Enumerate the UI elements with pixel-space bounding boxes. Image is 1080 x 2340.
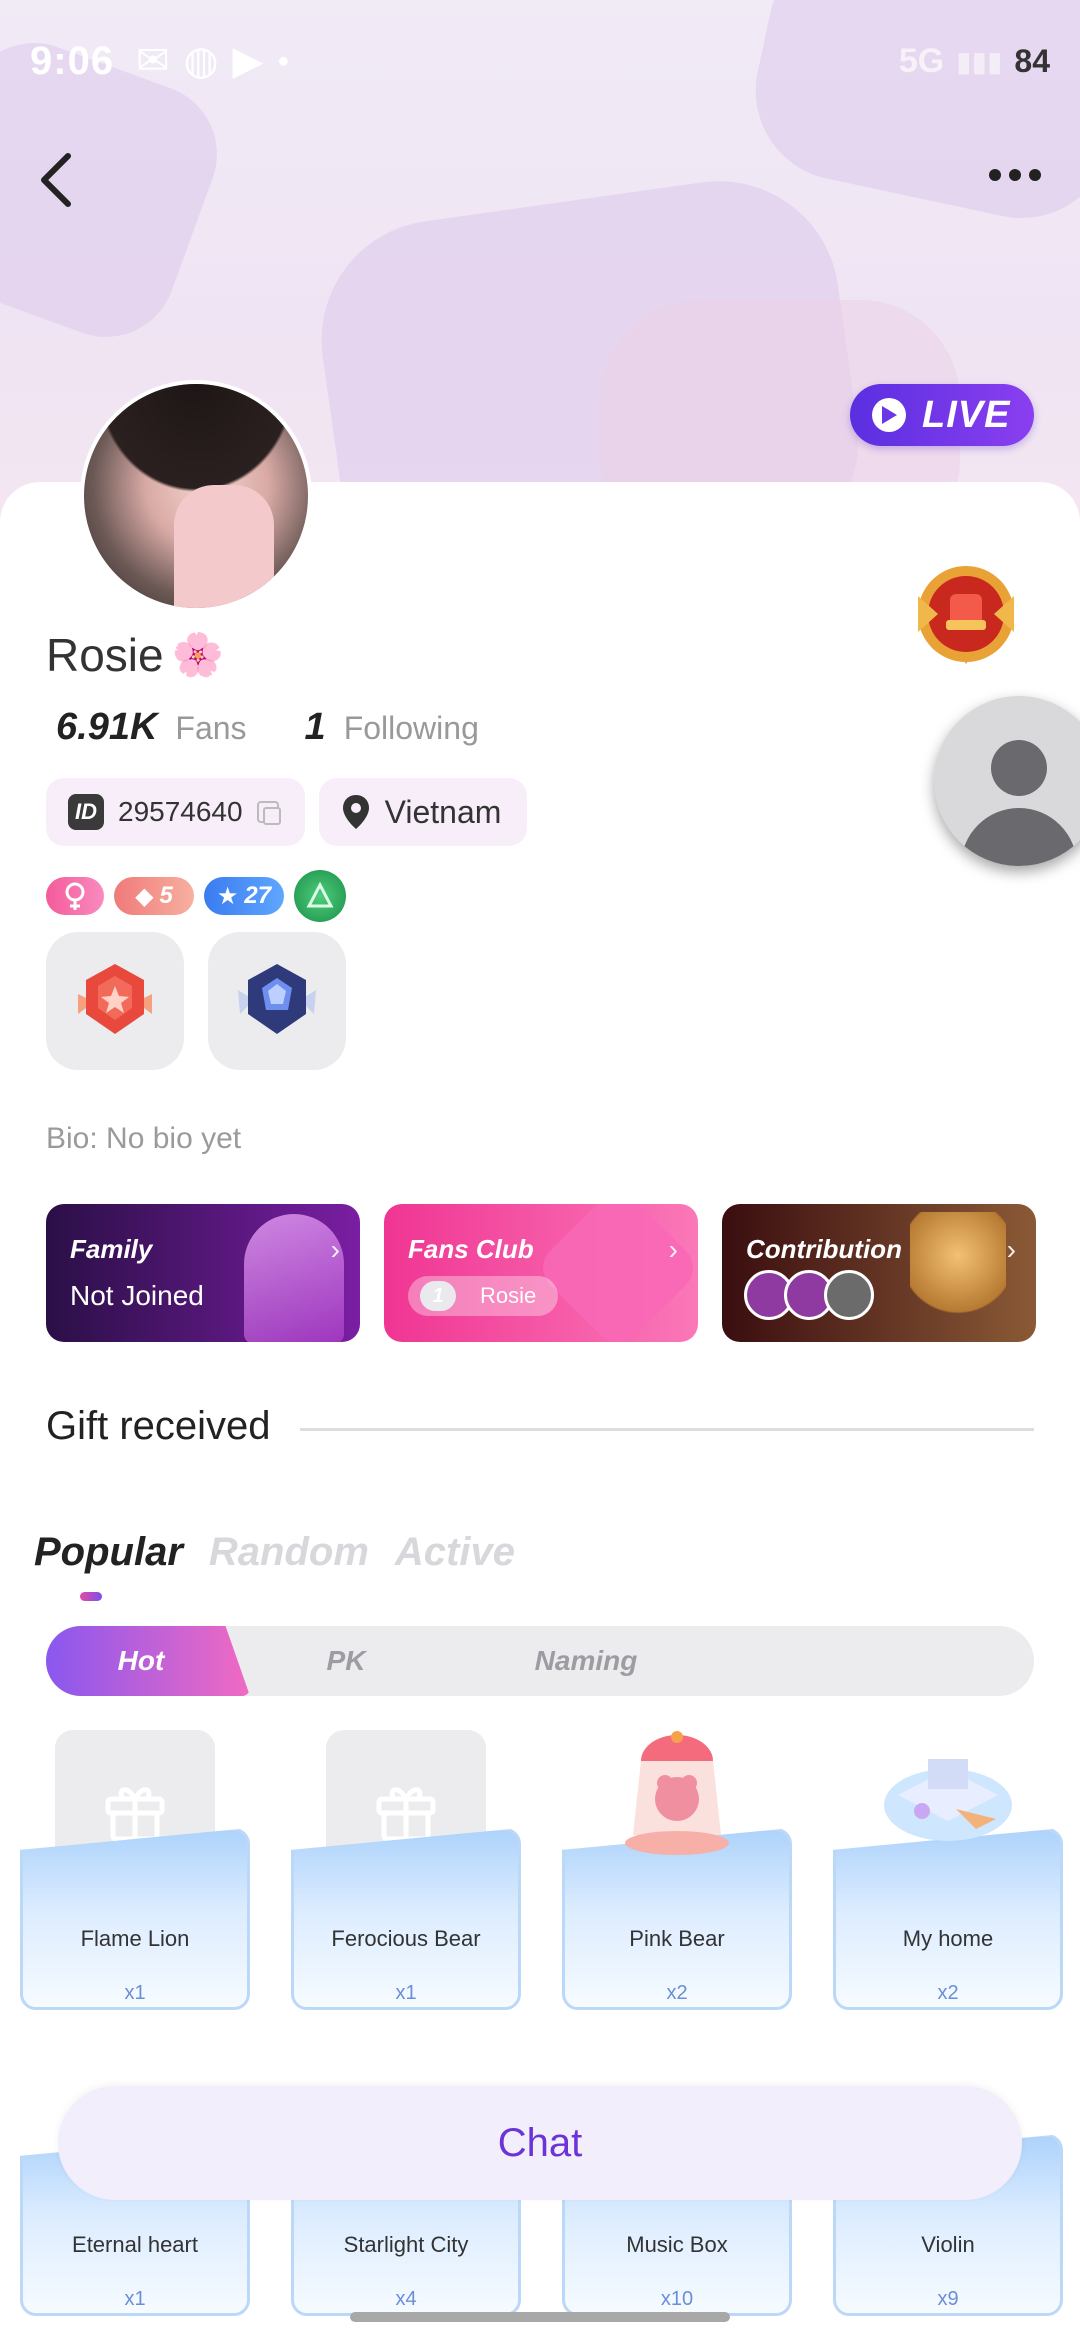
fans-count[interactable]: 6.91K xyxy=(56,706,157,749)
fans-club-title: Fans Club xyxy=(408,1234,534,1264)
red-medal-icon[interactable] xyxy=(46,932,184,1070)
gift-count: x9 xyxy=(937,2288,959,2310)
dot-icon: ● xyxy=(277,49,290,72)
id-icon: ID xyxy=(68,794,104,830)
location-pin-icon xyxy=(342,795,369,829)
status-bar: 9:06 ✉ ◍ ▶ ● 5G ▮▮▮ 84 xyxy=(30,36,1050,86)
tab-active[interactable]: Active xyxy=(395,1530,515,1575)
user-id-chip[interactable]: ID 29574640 xyxy=(46,778,305,846)
chevron-right-icon: › xyxy=(1006,1234,1016,1265)
gift-name: Eternal heart xyxy=(72,2232,198,2257)
gift-count: x4 xyxy=(395,2288,417,2310)
home-indicator[interactable] xyxy=(350,2312,730,2322)
gift-category-tabs: Popular Random Active xyxy=(34,1530,515,1575)
live-button[interactable]: LIVE xyxy=(850,384,1034,446)
play-icon xyxy=(872,398,906,432)
profile-avatar[interactable] xyxy=(80,380,312,612)
throne-badge-icon[interactable] xyxy=(908,556,1024,672)
pink-bear-icon xyxy=(625,1731,729,1855)
copy-icon[interactable] xyxy=(256,801,281,825)
wealth-level-value: 5 xyxy=(159,882,173,909)
gift-count: x1 xyxy=(124,1982,146,2004)
family-status: Not Joined xyxy=(70,1280,204,1311)
back-button[interactable] xyxy=(36,140,96,220)
gift-received-title: Gift received xyxy=(46,1404,271,1448)
gift-name: Ferocious Bear xyxy=(331,1926,481,1951)
network-indicator: 5G xyxy=(898,41,945,80)
dot-icon xyxy=(1009,169,1021,181)
gift-name: Starlight City xyxy=(343,2232,469,2257)
subtab-hot[interactable]: Hot xyxy=(46,1626,236,1696)
star-level-badge: ★ 27 xyxy=(204,877,284,915)
family-card[interactable]: Family Not Joined › xyxy=(46,1204,360,1342)
helmet-icon xyxy=(244,1214,344,1342)
tab-random[interactable]: Random xyxy=(209,1530,369,1575)
more-options-button[interactable] xyxy=(980,155,1050,195)
gift-count: x2 xyxy=(666,1982,688,2004)
family-title: Family xyxy=(70,1234,153,1264)
trophy-icon xyxy=(910,1212,1006,1336)
youtube-icon: ▶ xyxy=(232,39,264,83)
gift-name: My home xyxy=(902,1926,994,1951)
green-gem-icon xyxy=(294,870,346,922)
gift-name: Violin xyxy=(921,2232,975,2257)
contributor-avatars xyxy=(744,1270,874,1320)
fans-club-member-pill: 1 Rosie xyxy=(408,1276,558,1316)
status-time: 9:06 xyxy=(30,38,115,83)
fans-label[interactable]: Fans xyxy=(175,710,246,747)
chat-button[interactable]: Chat xyxy=(58,2086,1022,2200)
home-icon xyxy=(884,1759,1012,1841)
gmail-icon: ✉ xyxy=(136,39,170,83)
location-chip: Vietnam xyxy=(318,778,528,846)
chevron-right-icon: › xyxy=(668,1234,678,1265)
gift-item[interactable]: Pink Bear x2 xyxy=(562,1730,792,2020)
gift-name: Pink Bear xyxy=(629,1926,725,1951)
messenger-icon: ◍ xyxy=(183,39,219,83)
star-icon: ★ xyxy=(216,882,239,910)
subtab-pk[interactable]: PK xyxy=(296,1626,396,1696)
diamond-icon: ◆ xyxy=(135,882,154,910)
gift-subtabs: Hot PK Naming xyxy=(46,1626,1034,1696)
gift-item[interactable]: My home x2 xyxy=(833,1730,1063,2020)
fans-club-card[interactable]: Fans Club 1 Rosie › xyxy=(384,1204,698,1342)
gift-name: Flame Lion xyxy=(80,1926,190,1951)
location-value: Vietnam xyxy=(384,793,502,830)
following-label[interactable]: Following xyxy=(344,710,479,747)
battery-level: 84 xyxy=(1014,42,1050,79)
contribution-card[interactable]: Contribution › xyxy=(722,1204,1036,1342)
female-icon xyxy=(46,877,104,915)
gift-item[interactable]: Ferocious Bear x1 xyxy=(291,1730,521,2020)
blue-medal-icon[interactable] xyxy=(208,932,346,1070)
follow-stats: 6.91K Fans 1 Following xyxy=(56,706,479,749)
fans-club-member-name: Rosie xyxy=(480,1283,537,1308)
gift-item[interactable]: Flame Lion x1 xyxy=(20,1730,250,2020)
contributor-avatar xyxy=(824,1270,874,1320)
gift-count: x2 xyxy=(937,1982,959,2004)
signal-icon: ▮▮▮ xyxy=(956,45,1003,77)
gift-count: x1 xyxy=(395,1982,417,2004)
dot-icon xyxy=(1029,169,1041,181)
heart-icon xyxy=(533,1204,698,1342)
chevron-left-icon xyxy=(41,153,71,207)
bio-text: Bio: No bio yet xyxy=(46,1122,242,1155)
wealth-level-badge: ◆ 5 xyxy=(114,877,194,915)
following-count[interactable]: 1 xyxy=(305,706,326,749)
gift-name: Music Box xyxy=(626,2232,728,2257)
heart-level-icon: 1 xyxy=(420,1281,456,1311)
gift-count: x10 xyxy=(660,2288,694,2310)
divider xyxy=(300,1428,1034,1431)
star-level-value: 27 xyxy=(244,882,272,909)
subtab-naming[interactable]: Naming xyxy=(496,1626,676,1696)
flower-emoji: 🌸 xyxy=(171,630,224,678)
profile-name: Rosie 🌸 xyxy=(46,628,224,682)
live-label: LIVE xyxy=(922,393,1011,436)
gift-count: x1 xyxy=(124,2288,146,2310)
contribution-title: Contribution xyxy=(746,1234,902,1264)
tab-indicator xyxy=(80,1592,102,1601)
tab-popular[interactable]: Popular xyxy=(34,1530,183,1575)
dot-icon xyxy=(989,169,1001,181)
chevron-right-icon: › xyxy=(330,1234,340,1265)
user-id-value: 29574640 xyxy=(118,796,243,827)
profile-name-text: Rosie xyxy=(46,629,164,681)
